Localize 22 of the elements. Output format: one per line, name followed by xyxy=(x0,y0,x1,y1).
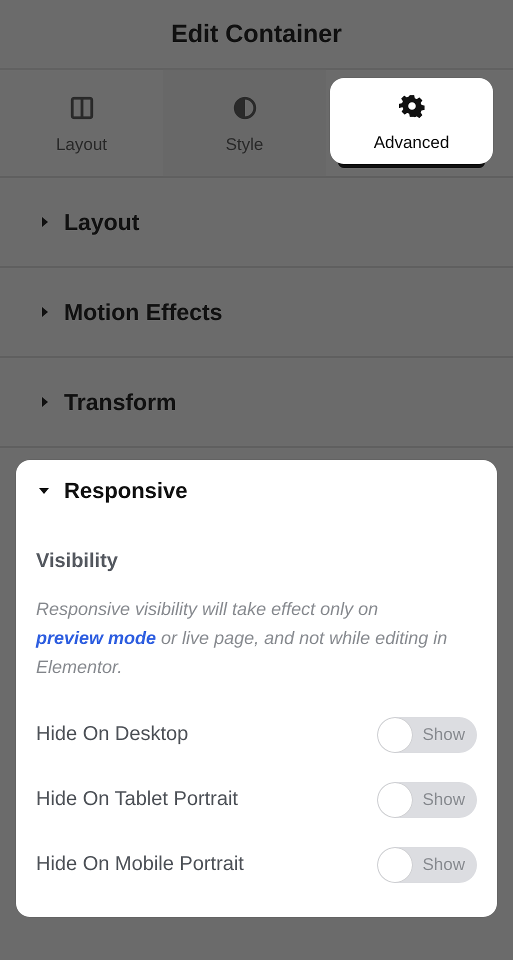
toggle-switch[interactable]: Show xyxy=(377,846,477,882)
columns-icon xyxy=(68,94,94,120)
toggle-label: Hide On Desktop xyxy=(36,723,188,746)
visibility-note: Responsive visibility will take effect only on preview mode or live page, and not while editing in Elementor. xyxy=(36,598,448,679)
toggle-label: Hide On Mobile Portrait xyxy=(36,853,244,876)
toggle-switch[interactable]: Show xyxy=(377,782,477,818)
section-header[interactable]: Responsive xyxy=(36,476,477,504)
panel-title: Edit Container xyxy=(171,20,342,48)
settings-icon xyxy=(398,92,424,118)
contrast-icon xyxy=(232,94,258,120)
caret-icon xyxy=(38,486,50,496)
toggle-label: Hide On Tablet Portrait xyxy=(36,788,238,811)
section-header[interactable]: Motion Effects xyxy=(0,268,513,358)
toggle-switch[interactable]: Show xyxy=(377,716,477,752)
visibility-heading: Visibility xyxy=(36,550,119,573)
tab[interactable]: Advanced xyxy=(330,78,493,164)
section-header[interactable]: Transform xyxy=(0,358,513,448)
caret-icon xyxy=(40,217,50,227)
section-header[interactable]: Layout xyxy=(0,178,513,268)
caret-icon xyxy=(40,307,50,317)
caret-icon xyxy=(40,397,50,407)
preview-mode-link[interactable]: preview mode xyxy=(36,628,156,648)
